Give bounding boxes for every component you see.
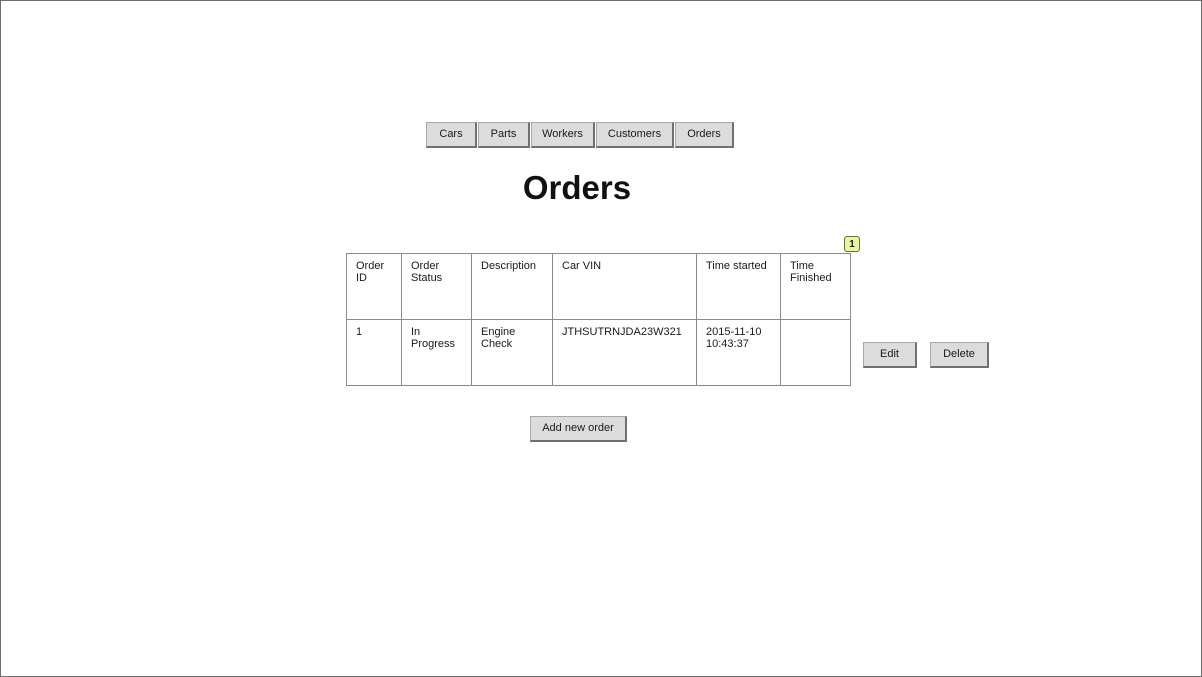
table-header-row: Order ID Order Status Description Car VI…	[346, 253, 851, 320]
nav-button-orders[interactable]: Orders	[675, 122, 734, 148]
page-title: Orders	[522, 169, 632, 206]
cell-car-vin: JTHSUTRNJDA23W321	[552, 319, 697, 386]
annotation-badge: 1	[844, 236, 860, 252]
column-header-description: Description	[471, 253, 553, 320]
cell-description: Engine Check	[471, 319, 553, 386]
nav-button-parts[interactable]: Parts	[478, 122, 530, 148]
column-header-order-status: Order Status	[401, 253, 472, 320]
table-row: 1 In Progress Engine Check JTHSUTRNJDA23…	[346, 319, 851, 386]
column-header-car-vin: Car VIN	[552, 253, 697, 320]
edit-button[interactable]: Edit	[863, 342, 917, 368]
nav-button-workers[interactable]: Workers	[531, 122, 595, 148]
delete-button[interactable]: Delete	[930, 342, 989, 368]
nav-button-customers[interactable]: Customers	[596, 122, 674, 148]
nav-button-cars[interactable]: Cars	[426, 122, 477, 148]
column-header-order-id: Order ID	[346, 253, 402, 320]
app-window: Cars Parts Workers Customers Orders Orde…	[0, 0, 1202, 677]
column-header-time-finished: Time Finished	[780, 253, 851, 320]
cell-time-started: 2015-11-10 10:43:37	[696, 319, 781, 386]
add-new-order-button[interactable]: Add new order	[530, 416, 627, 442]
orders-table: Order ID Order Status Description Car VI…	[346, 253, 851, 386]
cell-time-finished	[780, 319, 851, 386]
column-header-time-started: Time started	[696, 253, 781, 320]
cell-order-id: 1	[346, 319, 402, 386]
cell-order-status: In Progress	[401, 319, 472, 386]
